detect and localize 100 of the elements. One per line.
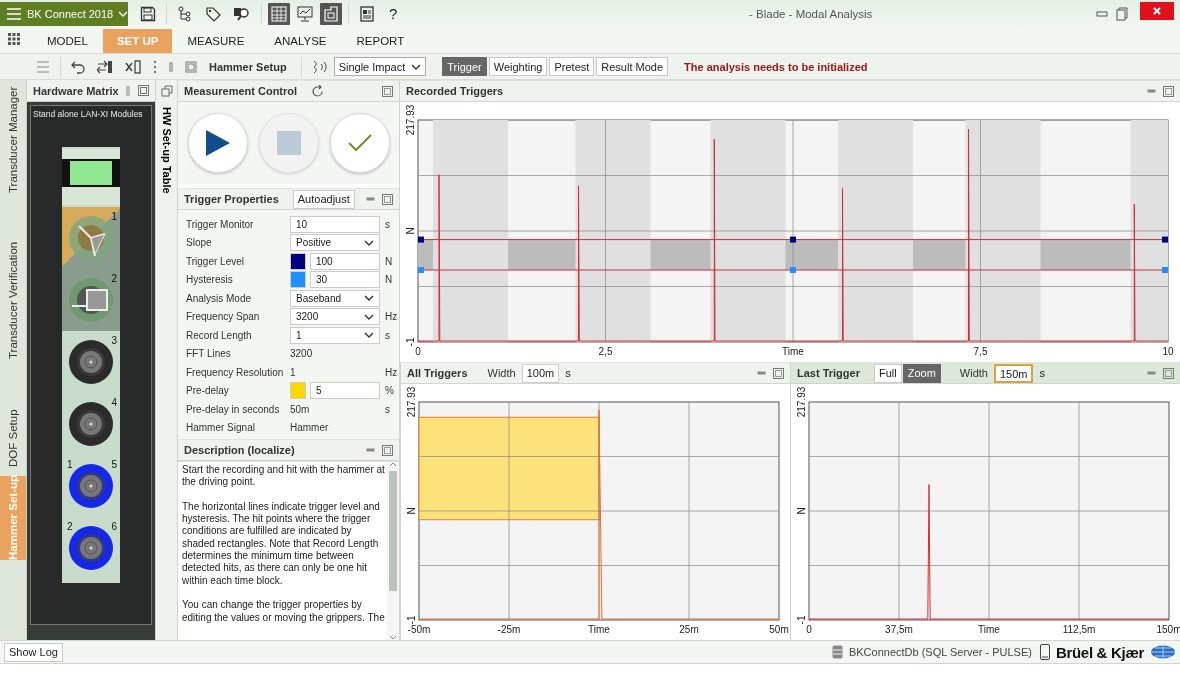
color-swatch[interactable] [290, 271, 306, 289]
maximize-icon[interactable] [773, 367, 784, 379]
impact-mode-dropdown[interactable]: Single Impact [333, 57, 427, 76]
scroll-down-icon[interactable] [389, 635, 397, 640]
minimize-icon[interactable] [1147, 89, 1156, 93]
database-icon [831, 645, 843, 659]
remove-column-icon[interactable] [125, 59, 141, 74]
search-icon[interactable] [233, 5, 251, 22]
ribbon-tab[interactable]: MEASURE [172, 29, 260, 53]
y-tick-label: 217.93 [405, 104, 416, 136]
ribbon-tab[interactable]: MODEL [32, 29, 103, 53]
maximize-icon[interactable] [382, 193, 393, 205]
color-swatch[interactable] [290, 252, 306, 270]
impact-icon [311, 59, 328, 74]
property-label: Trigger Monitor [186, 218, 255, 230]
x-tick-label: 7,5 [973, 346, 988, 357]
minimize-icon[interactable] [757, 371, 766, 375]
zoom-mode-button[interactable]: Zoom [902, 363, 941, 383]
property-input[interactable]: 10 [290, 215, 380, 233]
caret-icon [118, 11, 129, 17]
ribbon-tab[interactable]: REPORT [341, 29, 420, 53]
view-toggle[interactable] [268, 2, 290, 25]
pin-icon[interactable] [126, 85, 130, 96]
channel-number: 3 [111, 335, 117, 346]
apps-icon[interactable] [8, 33, 20, 45]
zoom-mode-button[interactable]: Full [873, 363, 902, 383]
close-button[interactable] [1140, 1, 1174, 20]
mode-tab[interactable]: Result Mode [596, 57, 669, 76]
restore-icon[interactable] [1116, 6, 1128, 21]
channel-slot[interactable]: 2 6 [62, 517, 120, 579]
channel-number: 2 [111, 273, 117, 284]
width-input[interactable]: 100m [521, 363, 560, 383]
side-tab[interactable]: Transducer Manager [0, 80, 26, 200]
color-swatch[interactable] [290, 382, 306, 400]
hierarchy-icon[interactable] [177, 5, 193, 22]
property-input[interactable]: 5 [310, 382, 380, 400]
property-label: Hysteresis [186, 274, 234, 286]
property-input[interactable]: 30 [310, 271, 380, 289]
property-dropdown[interactable]: Baseband [290, 289, 380, 307]
property-value: 3200 [290, 348, 314, 360]
maximize-icon[interactable] [1163, 85, 1174, 97]
show-log-button[interactable]: Show Log [4, 642, 63, 662]
gripper-handle[interactable] [418, 236, 1168, 243]
minimize-icon[interactable] [366, 197, 375, 201]
maximize-icon[interactable] [138, 85, 149, 96]
mode-tab[interactable]: Pretest [549, 57, 595, 76]
maximize-icon[interactable] [1163, 367, 1174, 379]
autoadjust-button[interactable]: Autoadjust [292, 189, 355, 209]
property-input[interactable]: 100 [310, 252, 380, 270]
side-tab[interactable]: Transducer Verification [0, 200, 26, 400]
property-dropdown[interactable]: 3200 [290, 308, 380, 326]
help-button[interactable]: ? [381, 5, 406, 22]
property-dropdown[interactable]: 1 [290, 326, 380, 344]
point-number: 2 [67, 521, 73, 532]
play-button[interactable] [187, 113, 248, 173]
y-axis-label: N [406, 507, 417, 515]
side-panel-tab[interactable]: HW Set-up Table [160, 107, 173, 194]
channel-slot[interactable]: 3 [62, 331, 120, 393]
more-icon[interactable] [153, 59, 157, 74]
channel-slot[interactable]: 4 [62, 393, 120, 455]
report-icon[interactable] [359, 5, 375, 22]
property-dropdown[interactable]: Positive [290, 234, 380, 252]
unit-label: % [384, 385, 395, 397]
maximize-icon[interactable] [382, 85, 393, 97]
x-tick-label: 25m [679, 624, 699, 635]
save-icon[interactable] [140, 5, 156, 22]
channel-slot[interactable]: 1 5 [62, 455, 120, 517]
x-tick-label: 0 [806, 624, 812, 635]
brand-name: Brüel & Kjær [1055, 643, 1144, 661]
minimize-icon[interactable] [366, 448, 375, 452]
undo-icon[interactable] [71, 59, 85, 74]
module-label: Stand alone LAN-XI Modules [32, 108, 144, 121]
x-axis-label: Time [588, 624, 610, 635]
app-menu-button[interactable]: BK Connect 2018 [0, 2, 128, 26]
maximize-icon[interactable] [382, 444, 393, 456]
channel-number: 1 [111, 211, 117, 222]
restore-icon[interactable] [160, 85, 173, 97]
channel-slot[interactable]: 1 [62, 207, 120, 269]
check-icon [347, 134, 372, 152]
swap-icon[interactable] [97, 59, 113, 74]
maximize-icon[interactable] [185, 60, 197, 73]
side-tab[interactable]: DOF Setup [0, 400, 26, 476]
minimize-icon[interactable] [1147, 371, 1156, 375]
channel-slot[interactable]: 2 [62, 269, 120, 331]
scroll-up-icon[interactable] [389, 462, 397, 467]
panel-title: All Triggers [407, 367, 468, 379]
mode-tab[interactable]: Trigger [442, 57, 487, 76]
minimize-icon[interactable] [1096, 10, 1108, 17]
width-input[interactable]: 150m [993, 363, 1034, 383]
mode-tab[interactable]: Weighting [488, 57, 548, 76]
view-toggle[interactable] [320, 2, 342, 25]
check-button[interactable] [329, 113, 390, 173]
x-tick-label: 150m [1156, 624, 1180, 635]
tag-icon[interactable] [205, 5, 221, 22]
refresh-icon[interactable] [311, 84, 325, 98]
close-icon [1152, 5, 1162, 16]
pin-icon[interactable] [169, 61, 173, 72]
status-message: The analysis needs to be initialized [684, 60, 868, 73]
ribbon-tab[interactable]: ANALYSE [259, 29, 342, 53]
scrollbar[interactable] [387, 462, 399, 640]
